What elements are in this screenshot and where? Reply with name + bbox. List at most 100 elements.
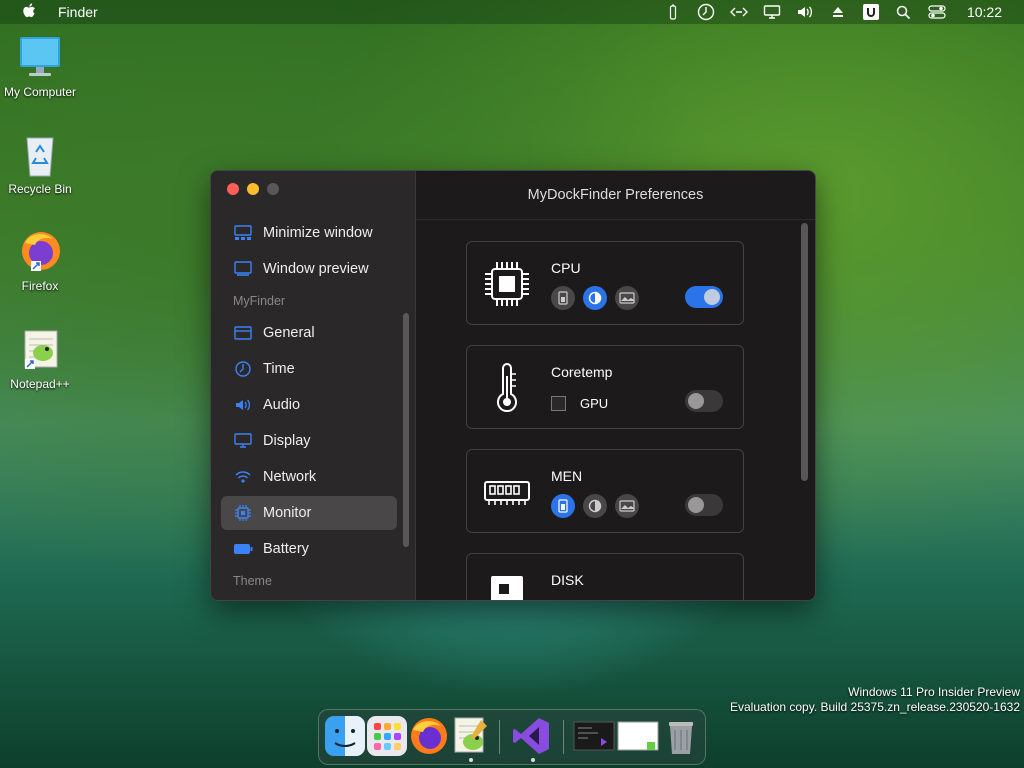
desktop-icon-my-computer[interactable]: My Computer (0, 35, 80, 99)
firefox-icon[interactable] (409, 716, 449, 756)
sidebar-item-audio[interactable]: Audio (221, 388, 397, 422)
sidebar-section-theme: Theme (233, 574, 272, 588)
card-title: MEN (551, 468, 583, 484)
graph-style-option[interactable] (615, 286, 639, 310)
desktop-icon-label: Notepad++ (10, 377, 70, 391)
search-icon[interactable] (893, 3, 915, 21)
desktop-icon-recycle-bin[interactable]: Recycle Bin (0, 132, 80, 196)
thermometer-icon (481, 362, 533, 414)
disk-icon (481, 570, 533, 600)
sidebar-item-label: Battery (263, 541, 309, 557)
time-icon (233, 361, 253, 377)
sidebar-scrollbar[interactable] (403, 313, 409, 547)
desktop-icon-firefox[interactable]: Firefox (0, 229, 80, 293)
sidebar-item-label: Network (263, 469, 317, 485)
bar-style-option[interactable] (551, 286, 575, 310)
clock-icon[interactable] (695, 3, 717, 21)
sidebar-item-monitor[interactable]: Monitor (221, 496, 397, 530)
dock-separator (563, 720, 564, 754)
notepadplusplus-icon (17, 327, 63, 373)
sidebar-item-time[interactable]: Time (221, 352, 397, 386)
sidebar-item-display[interactable]: Display (221, 424, 397, 458)
battery-icon (233, 541, 253, 557)
minimize-button[interactable] (247, 183, 259, 195)
coretemp-enable-toggle[interactable] (685, 390, 723, 412)
firefox-icon (17, 229, 63, 275)
sidebar-item-label: Monitor (263, 505, 312, 521)
monitor-chip-icon (233, 505, 253, 521)
sidebar-item-minimize-window[interactable]: Minimize window (221, 216, 397, 250)
watermark-line-2: Evaluation copy. Build 25375.zn_release.… (730, 700, 1020, 714)
memory-icon (481, 466, 533, 518)
desktop-icon-label: Recycle Bin (8, 182, 72, 196)
sidebar: Minimize window Window preview MyFinder … (211, 171, 416, 600)
battery-icon[interactable] (662, 3, 684, 21)
trash-icon[interactable] (661, 716, 701, 756)
card-title: CPU (551, 260, 581, 276)
code-icon[interactable] (728, 3, 750, 21)
donut-style-option[interactable] (583, 286, 607, 310)
audio-icon (233, 397, 253, 413)
sidebar-item-label: Minimize window (263, 225, 373, 241)
display-icon (233, 433, 253, 449)
computer-icon (17, 35, 63, 81)
monitor-card-cpu: CPU (466, 241, 744, 325)
dock (318, 709, 706, 765)
visual-studio-icon[interactable] (511, 716, 551, 756)
monitor-card-men: MEN (466, 449, 744, 533)
desktop-icon-label: My Computer (3, 85, 77, 99)
active-app-name[interactable]: Finder (58, 4, 98, 20)
window-title: MyDockFinder Preferences (416, 171, 815, 220)
card-title: DISK (551, 572, 584, 588)
recycle-bin-icon (17, 132, 63, 178)
window-preview-icon (233, 261, 253, 277)
sidebar-item-battery[interactable]: Battery (221, 532, 397, 566)
running-indicator (531, 758, 535, 762)
close-button[interactable] (227, 183, 239, 195)
control-center-icon[interactable] (926, 3, 948, 21)
desktop-icon-label: Firefox (21, 279, 59, 293)
sidebar-item-general[interactable]: General (221, 316, 397, 350)
finder-icon[interactable] (325, 716, 365, 756)
eject-icon[interactable] (827, 3, 849, 21)
cpu-icon (481, 258, 533, 310)
sidebar-section-myfinder: MyFinder (233, 294, 286, 308)
monitor-icon[interactable] (761, 3, 783, 21)
preferences-window: Minimize window Window preview MyFinder … (210, 170, 816, 601)
bar-style-option[interactable] (551, 494, 575, 518)
donut-style-option[interactable] (583, 494, 607, 518)
sidebar-item-network[interactable]: Network (221, 460, 397, 494)
sidebar-item-label: Audio (263, 397, 301, 413)
launchpad-icon[interactable] (367, 716, 407, 756)
window-controls (227, 183, 279, 195)
zoom-button[interactable] (267, 183, 279, 195)
main-scrollbar[interactable] (801, 223, 808, 481)
graph-style-option[interactable] (615, 494, 639, 518)
u-badge-icon[interactable] (860, 3, 882, 21)
volume-icon[interactable] (794, 3, 816, 21)
menu-clock[interactable]: 10:22 (967, 4, 1002, 20)
card-title: Coretemp (551, 364, 613, 380)
gpu-checkbox[interactable] (551, 396, 566, 411)
display-style-options (551, 494, 639, 518)
gpu-checkbox-row[interactable]: GPU (551, 396, 608, 411)
watermark-line-1: Windows 11 Pro Insider Preview (848, 685, 1020, 699)
men-enable-toggle[interactable] (685, 494, 723, 516)
running-indicator (469, 758, 473, 762)
display-style-options (551, 286, 639, 310)
window-thumbnail[interactable] (617, 716, 659, 756)
sidebar-item-label: Display (263, 433, 311, 449)
gpu-checkbox-label: GPU (580, 396, 609, 411)
notepadplusplus-icon[interactable] (451, 716, 491, 756)
cpu-enable-toggle[interactable] (685, 286, 723, 308)
desktop-icon-notepadplusplus[interactable]: Notepad++ (0, 327, 80, 391)
monitor-card-coretemp: Coretemp GPU (466, 345, 744, 429)
network-icon (233, 469, 253, 485)
windows-watermark: Windows 11 Pro Insider Preview Evaluatio… (730, 685, 1020, 715)
sidebar-item-window-preview[interactable]: Window preview (221, 252, 397, 286)
terminal-window-thumbnail[interactable] (573, 716, 615, 756)
apple-menu-icon[interactable] (22, 3, 36, 23)
sidebar-item-label: General (263, 325, 315, 341)
sidebar-item-label: Window preview (263, 261, 369, 277)
minimize-window-icon (233, 225, 253, 241)
